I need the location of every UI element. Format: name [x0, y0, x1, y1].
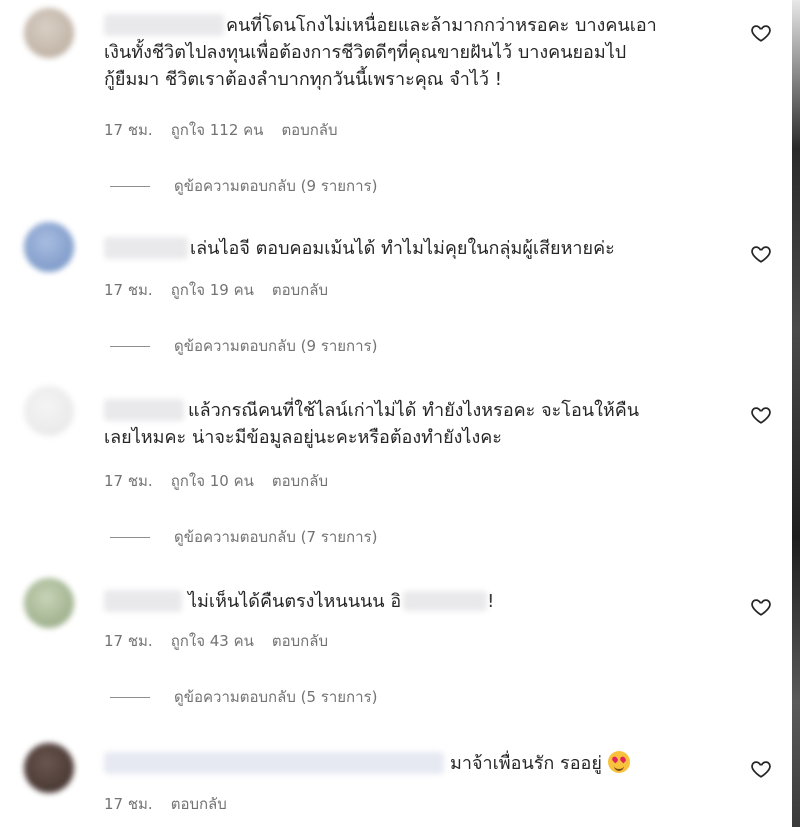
heart-outline-icon[interactable]	[750, 404, 772, 426]
comment-text-part: ไม่เห็นได้คืนตรงไหนนนน อิ	[188, 591, 402, 612]
comment-timestamp: 17 ชม.	[104, 795, 153, 813]
view-replies-button[interactable]: ดูข้อความตอบกลับ (9 รายการ)	[110, 174, 377, 198]
view-replies-button[interactable]: ดูข้อความตอบกลับ (5 รายการ)	[110, 685, 377, 709]
divider-line	[110, 696, 150, 698]
mention-redacted[interactable]	[403, 591, 488, 611]
comment-meta: 17 ชม. ตอบกลับ	[104, 792, 227, 816]
comment-meta: 17 ชม. ถูกใจ 19 คน ตอบกลับ	[104, 278, 328, 302]
reply-button[interactable]: ตอบกลับ	[281, 118, 337, 142]
reply-button[interactable]: ตอบกลับ	[171, 792, 227, 816]
comment-text-part: !	[487, 591, 495, 612]
comment-text: คนที่โดนโกงไม่เหนื่อยและล้ามากกว่าหรอคะ …	[104, 15, 657, 90]
avatar[interactable]	[24, 578, 74, 628]
comment-timestamp: 17 ชม.	[104, 632, 153, 650]
view-replies-label: ดูข้อความตอบกลับ (5 รายการ)	[174, 688, 378, 706]
comment-text: มาจ้าเพื่อนรัก รออยู่	[104, 750, 740, 777]
heart-outline-icon[interactable]	[750, 758, 772, 780]
like-count[interactable]: ถูกใจ 43 คน	[171, 629, 254, 653]
reply-button[interactable]: ตอบกลับ	[272, 278, 328, 302]
avatar[interactable]	[24, 222, 74, 272]
heart-outline-icon[interactable]	[750, 22, 772, 44]
avatar[interactable]	[24, 8, 74, 58]
comment-text: แล้วกรณีคนที่ใช้ไลน์เก่าไม่ได้ ทำยังไงหร…	[104, 400, 640, 448]
view-replies-label: ดูข้อความตอบกลับ (9 รายการ)	[174, 337, 378, 355]
comment-timestamp: 17 ชม.	[104, 121, 153, 139]
avatar[interactable]	[24, 386, 74, 436]
smiling-face-with-hearts-icon	[607, 751, 630, 773]
comment-meta: 17 ชม. ถูกใจ 112 คน ตอบกลับ	[104, 118, 338, 142]
background-edge	[792, 0, 800, 827]
view-replies-button[interactable]: ดูข้อความตอบกลับ (7 รายการ)	[110, 525, 377, 549]
view-replies-label: ดูข้อความตอบกลับ (9 รายการ)	[174, 177, 378, 195]
comment-text: ไม่เห็นได้คืนตรงไหนนนน อิ!	[104, 588, 740, 615]
comment-timestamp: 17 ชม.	[104, 281, 153, 299]
comment-text-part: มาจ้าเพื่อนรัก รออยู่	[450, 753, 602, 774]
reply-button[interactable]: ตอบกลับ	[272, 629, 328, 653]
comment-meta: 17 ชม. ถูกใจ 43 คน ตอบกลับ	[104, 629, 328, 653]
heart-outline-icon[interactable]	[750, 243, 772, 265]
view-replies-label: ดูข้อความตอบกลับ (7 รายการ)	[174, 528, 378, 546]
heart-outline-icon[interactable]	[750, 596, 772, 618]
divider-line	[110, 536, 150, 538]
divider-line	[110, 345, 150, 347]
like-count[interactable]: ถูกใจ 10 คน	[171, 469, 254, 493]
like-count[interactable]: ถูกใจ 112 คน	[171, 118, 264, 142]
comment-timestamp: 17 ชม.	[104, 472, 153, 490]
like-count[interactable]: ถูกใจ 19 คน	[171, 278, 254, 302]
comment-text: เล่นไอจี ตอบคอมเม้นได้ ทำไมไม่คุยในกลุ่ม…	[190, 238, 615, 259]
view-replies-button[interactable]: ดูข้อความตอบกลับ (9 รายการ)	[110, 334, 377, 358]
divider-line	[110, 185, 150, 187]
reply-button[interactable]: ตอบกลับ	[272, 469, 328, 493]
comment-meta: 17 ชม. ถูกใจ 10 คน ตอบกลับ	[104, 469, 328, 493]
avatar[interactable]	[24, 743, 74, 793]
